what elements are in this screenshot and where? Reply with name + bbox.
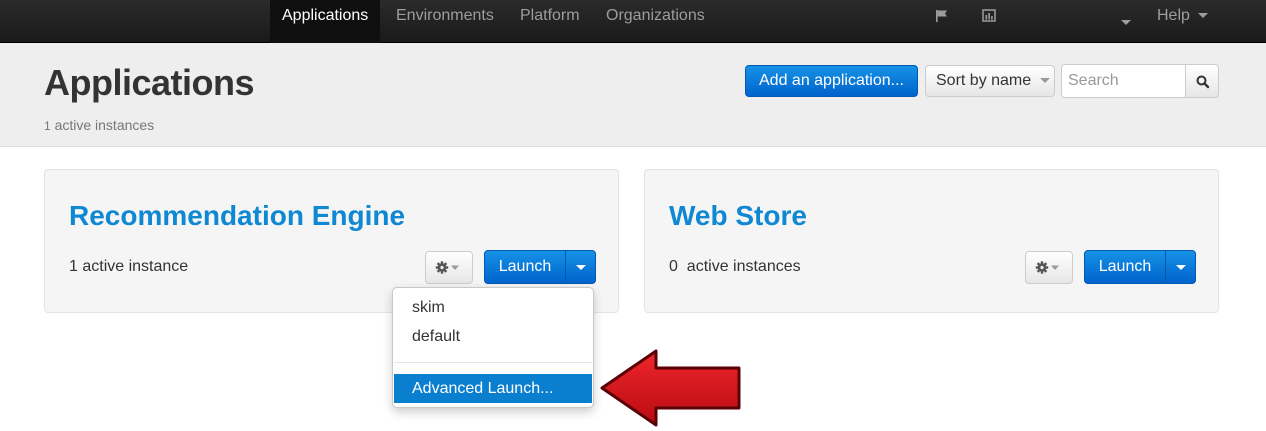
page-title: Applications: [44, 62, 255, 103]
active-instances-count: 1: [44, 119, 51, 133]
chevron-down-icon: [1039, 78, 1050, 84]
menu-item-default[interactable]: default: [412, 328, 460, 346]
search-button[interactable]: [1185, 64, 1219, 98]
launch-button-group: Launch: [1084, 250, 1196, 284]
add-application-button[interactable]: Add an application...: [745, 65, 918, 97]
annotation-arrow-icon: [600, 349, 741, 427]
settings-button[interactable]: [425, 251, 473, 284]
menu-item-skim[interactable]: skim: [412, 299, 445, 317]
page-header: Applications 1 active instances Add an a…: [0, 43, 1266, 147]
help-label: Help: [1157, 7, 1190, 24]
top-navbar: Applications Environments Platform Organ…: [0, 0, 1266, 43]
nav-platform[interactable]: Platform: [520, 0, 580, 43]
settings-button[interactable]: [1025, 251, 1073, 284]
application-card: Web Store 0 active instances Launch: [644, 169, 1219, 313]
nav-applications[interactable]: Applications: [270, 0, 381, 43]
help-menu[interactable]: Help: [1157, 0, 1209, 43]
launch-button[interactable]: Launch: [485, 251, 565, 283]
search-box: [1061, 64, 1219, 98]
menu-item-advanced-launch[interactable]: Advanced Launch...: [394, 374, 592, 403]
search-icon: [1196, 75, 1210, 89]
sort-label: Sort by name: [936, 72, 1032, 89]
active-instances-summary: 1 active instances: [44, 117, 154, 133]
instance-count: 0 active instances: [669, 258, 801, 275]
chevron-down-icon: [1198, 13, 1209, 19]
chart-icon[interactable]: [981, 8, 997, 24]
nav-environments[interactable]: Environments: [396, 0, 494, 43]
chevron-down-icon: [576, 265, 586, 270]
launch-dropdown-menu: skim default Advanced Launch...: [392, 287, 594, 408]
nav-organizations[interactable]: Organizations: [606, 0, 705, 43]
instance-count: 1 active instance: [69, 258, 189, 275]
user-menu-caret-icon[interactable]: [1121, 14, 1131, 32]
gear-icon: [435, 261, 459, 274]
application-title-link[interactable]: Web Store: [669, 200, 807, 232]
menu-divider: [394, 362, 592, 363]
launch-button[interactable]: Launch: [1085, 251, 1165, 283]
chevron-down-icon: [1176, 265, 1186, 270]
sort-dropdown-button[interactable]: Sort by name: [925, 65, 1055, 97]
launch-options-toggle[interactable]: [565, 251, 595, 283]
flag-icon[interactable]: [934, 8, 950, 24]
gear-icon: [1035, 261, 1059, 274]
launch-options-toggle[interactable]: [1165, 251, 1195, 283]
search-input[interactable]: [1061, 64, 1186, 98]
application-title-link[interactable]: Recommendation Engine: [69, 200, 405, 232]
active-instances-label: active instances: [54, 117, 155, 133]
launch-button-group: Launch: [484, 250, 596, 284]
